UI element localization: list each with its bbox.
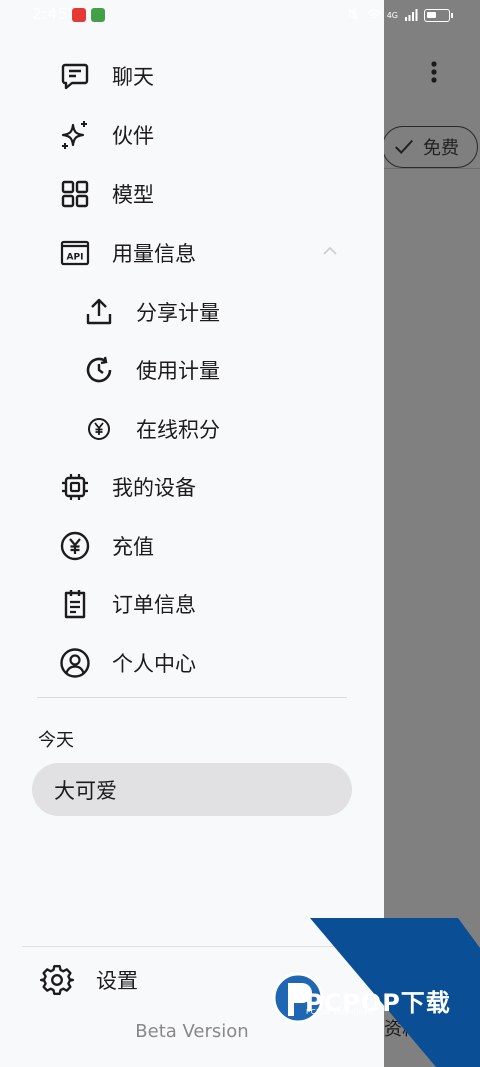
menu-item-online-points[interactable]: 在线积分: [80, 407, 220, 451]
menu-item-use-meter[interactable]: 使用计量: [80, 348, 220, 392]
menu-item-usage-info[interactable]: API 用量信息: [56, 231, 196, 275]
settings-button[interactable]: 设置: [40, 958, 138, 1002]
watermark-sub: PCPOP Download: [306, 1008, 374, 1016]
menu-item-partner[interactable]: 伙伴: [56, 113, 154, 157]
notification-app-icon: [72, 8, 86, 22]
background-divider: [384, 168, 480, 169]
notification-app-icon: [91, 8, 105, 22]
yen-circle-icon: [56, 527, 94, 565]
menu-label-online-points: 在线积分: [136, 418, 220, 442]
menu-item-chat[interactable]: 聊天: [56, 54, 154, 98]
svg-text:API: API: [67, 253, 84, 263]
settings-label: 设置: [96, 969, 138, 993]
history-item-label: 大可爱: [54, 778, 117, 803]
menu-item-orders[interactable]: 订单信息: [56, 582, 196, 626]
sparkle-icon: [56, 116, 94, 154]
menu-label-share-meter: 分享计量: [136, 301, 220, 325]
menu-divider: [37, 697, 347, 698]
grid-icon: [56, 175, 94, 213]
clock-refresh-icon: [80, 351, 118, 389]
more-vert-icon[interactable]: [426, 58, 442, 88]
menu-label-recharge: 充值: [112, 535, 154, 559]
menu-item-personal-center[interactable]: 个人中心: [56, 641, 196, 685]
yen-icon: [80, 410, 118, 448]
menu-label-use-meter: 使用计量: [136, 359, 220, 383]
user-circle-icon: [56, 644, 94, 682]
check-icon: [395, 139, 413, 154]
chat-icon: [56, 57, 94, 95]
menu-label-chat: 聊天: [112, 65, 154, 89]
menu-label-orders: 订单信息: [112, 593, 196, 617]
menu-item-my-devices[interactable]: 我的设备: [56, 465, 196, 509]
menu-label-my-devices: 我的设备: [112, 476, 196, 500]
free-chip-label: 免费: [423, 138, 459, 159]
chevron-up-icon[interactable]: [321, 243, 339, 261]
mute-icon: [347, 6, 361, 25]
free-chip[interactable]: 免费: [382, 126, 478, 168]
status-bar: 2:45 4G: [0, 0, 480, 30]
gear-icon: [40, 965, 74, 995]
network-type: 4G: [386, 11, 398, 20]
menu-item-recharge[interactable]: 充值: [56, 524, 154, 568]
share-upload-icon: [80, 293, 118, 331]
chip-icon: [56, 468, 94, 506]
navigation-drawer: 聊天 伙伴 模型 API 用量信息 分享计量 使用计量 在线积分 我的设备 充值…: [0, 0, 384, 1067]
menu-item-model[interactable]: 模型: [56, 172, 154, 216]
status-time: 2:45: [32, 5, 68, 23]
history-section-label: 今天: [38, 730, 74, 751]
menu-item-share-meter[interactable]: 分享计量: [80, 290, 220, 334]
signal-icon: [404, 6, 418, 25]
clipboard-icon: [56, 585, 94, 623]
wifi-icon: [367, 6, 381, 25]
menu-label-model: 模型: [112, 183, 154, 207]
menu-label-partner: 伙伴: [112, 124, 154, 148]
history-item[interactable]: 大可爱: [32, 763, 352, 816]
menu-label-personal-center: 个人中心: [112, 652, 196, 676]
battery-icon: [424, 9, 453, 22]
status-icons: 4G: [347, 6, 453, 25]
menu-label-usage-info: 用量信息: [112, 242, 196, 266]
api-icon: API: [56, 234, 94, 272]
